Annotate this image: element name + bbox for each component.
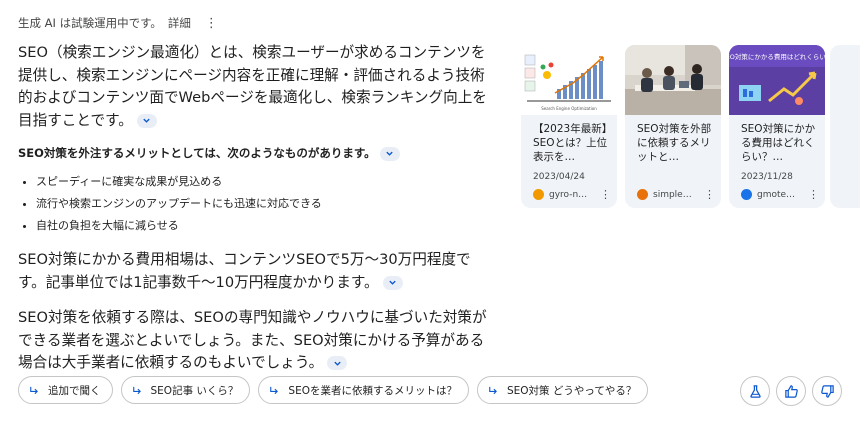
source-cards: Search Engine Optimization 【2023年最新】SEOと… <box>521 45 825 208</box>
more-vert-icon[interactable]: ⋮ <box>704 188 715 201</box>
follow-up-arrow-icon <box>489 386 497 394</box>
ai-overview-header: 生成 AI は試験運用中です。 詳細 ⋮ <box>18 15 218 31</box>
followup-chip[interactable]: SEOを業者に依頼するメリットは？ <box>258 376 469 404</box>
source-card[interactable]: SEO対策にかかる費用はどれくらい？ SEO対策にかかる費用はどれくらい？… 2… <box>729 45 825 208</box>
next-card-partial[interactable] <box>830 45 860 208</box>
cost-text: SEO対策にかかる費用相場は、コンテンツSEOで5万～30万円程度です。記事単位… <box>18 251 471 291</box>
source-name: gmote… <box>757 189 796 200</box>
favicon-icon <box>637 189 648 200</box>
merits-heading: SEO対策を外注するメリットとしては、次のようなものがあります。 <box>18 145 496 161</box>
merits-heading-text: SEO対策を外注するメリットとしては、次のようなものがあります。 <box>18 146 376 160</box>
source-name: gyro-n… <box>549 189 588 200</box>
chevron-down-icon[interactable] <box>382 275 403 290</box>
cost-paragraph: SEO対策にかかる費用相場は、コンテンツSEOで5万～30万円程度です。記事単位… <box>18 249 496 294</box>
card-source: gmote… ⋮ <box>741 188 819 201</box>
follow-up-arrow-icon <box>132 386 141 394</box>
chip-label: SEOを業者に依頼するメリットは？ <box>288 384 457 397</box>
details-link[interactable]: 詳細 <box>168 15 191 31</box>
card-source: simple… ⋮ <box>637 188 715 201</box>
source-name: simple… <box>653 189 692 200</box>
card-source: gyro-n… ⋮ <box>533 188 611 201</box>
list-item: 流行や検索エンジンのアップデートにも迅速に対応できる <box>36 193 496 215</box>
advice-paragraph: SEO対策を依頼する際は、SEOの専門知識やノウハウに基づいた対策ができる業者を… <box>18 307 496 375</box>
list-item: スピーディーに確実な成果が見込める <box>36 171 496 193</box>
more-vert-icon[interactable]: ⋮ <box>600 188 611 201</box>
chevron-down-icon[interactable] <box>379 146 400 161</box>
card-thumbnail: Search Engine Optimization <box>521 45 617 115</box>
ai-overview-body: SEO（検索エンジン最適化）とは、検索ユーザーが求めるコンテンツを提供し、検索エ… <box>18 42 496 375</box>
follow-up-arrow-icon <box>30 386 38 394</box>
source-card[interactable]: SEO対策を外部に依頼するメリットと… simple… ⋮ <box>625 45 721 208</box>
thumbs-up-button[interactable] <box>776 376 806 406</box>
card-date: 2023/11/28 <box>741 172 793 182</box>
flask-icon <box>749 384 761 398</box>
followup-chip[interactable]: SEO記事 いくら？ <box>120 376 251 404</box>
more-vert-icon[interactable]: ⋮ <box>808 188 819 201</box>
merits-list: スピーディーに確実な成果が見込める 流行や検索エンジンのアップデートにも迅速に対… <box>18 171 496 237</box>
card-date <box>625 164 721 183</box>
favicon-icon <box>741 189 752 200</box>
chevron-down-icon[interactable] <box>327 356 348 370</box>
followup-chips: 追加で聞く SEO記事 いくら？ SEOを業者に依頼するメリットは？ SEO対策… <box>18 376 649 404</box>
thumbs-up-icon <box>784 384 798 398</box>
thumb-caption: SEO対策にかかる費用はどれくらい？ <box>729 52 825 61</box>
card-thumbnail <box>625 45 721 115</box>
ai-experimental-label: 生成 AI は試験運用中です。 <box>18 16 162 30</box>
card-date: 2023/04/24 <box>533 172 585 182</box>
advice-text: SEO対策を依頼する際は、SEOの専門知識やノウハウに基づいた対策ができる業者を… <box>18 309 487 371</box>
chevron-down-icon[interactable] <box>136 113 157 128</box>
card-title: 【2023年最新】SEOとは？上位表示を… <box>533 123 608 163</box>
favicon-icon <box>533 189 544 200</box>
more-vert-icon[interactable]: ⋮ <box>205 16 218 31</box>
chip-label: SEO記事 いくら？ <box>150 384 239 397</box>
labs-button[interactable] <box>740 376 770 406</box>
card-thumbnail: SEO対策にかかる費用はどれくらい？ <box>729 45 825 115</box>
follow-up-arrow-icon <box>270 386 279 394</box>
list-item: 自社の負担を大幅に減らせる <box>36 215 496 237</box>
chip-label: 追加で聞く <box>48 384 101 397</box>
card-title: SEO対策にかかる費用はどれくらい？… <box>741 123 816 163</box>
thumbs-down-button[interactable] <box>812 376 842 406</box>
intro-paragraph: SEO（検索エンジン最適化）とは、検索ユーザーが求めるコンテンツを提供し、検索エ… <box>18 42 496 132</box>
followup-chip[interactable]: SEO対策 どうやってやる？ <box>476 376 649 404</box>
intro-text: SEO（検索エンジン最適化）とは、検索ユーザーが求めるコンテンツを提供し、検索エ… <box>18 44 487 129</box>
source-card[interactable]: Search Engine Optimization 【2023年最新】SEOと… <box>521 45 617 208</box>
chip-label: SEO対策 どうやってやる？ <box>506 384 637 397</box>
thumb-caption: Search Engine Optimization <box>541 106 597 111</box>
card-title: SEO対策を外部に依頼するメリットと… <box>637 123 712 163</box>
thumbs-down-icon <box>820 384 834 398</box>
followup-chip[interactable]: 追加で聞く <box>18 376 113 404</box>
